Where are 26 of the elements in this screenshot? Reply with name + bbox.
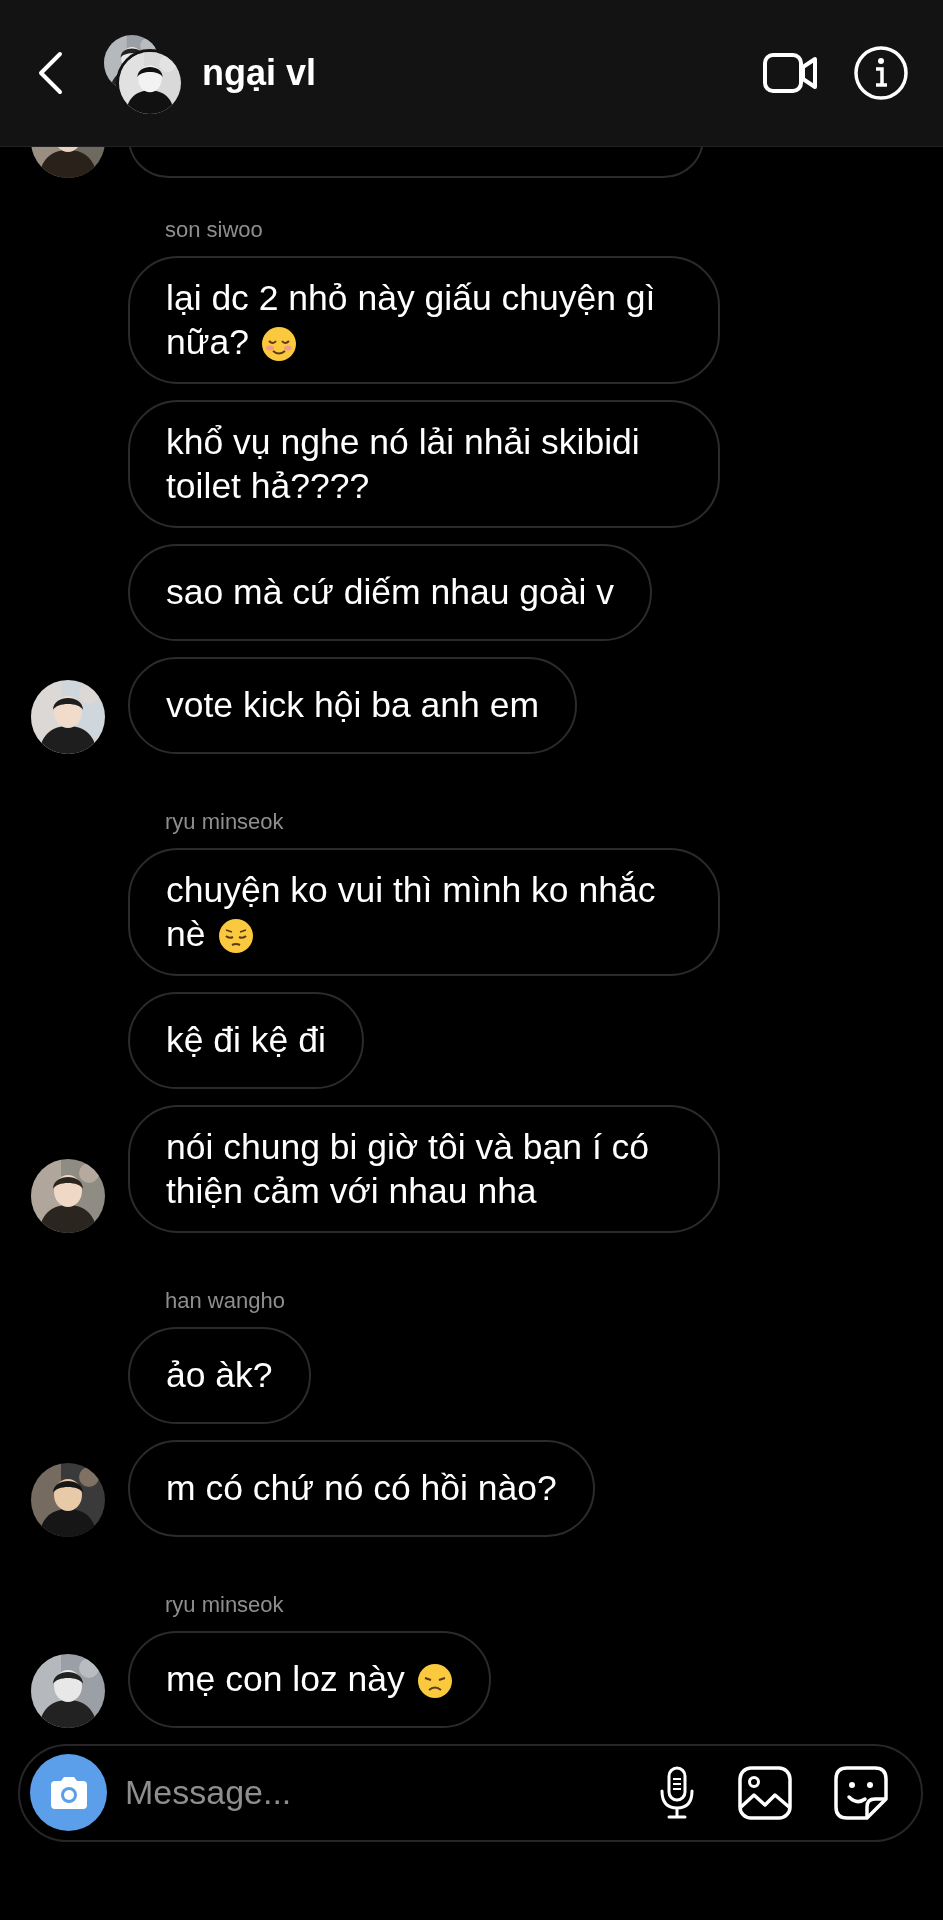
message-text: mẹ con loz này <box>166 1659 405 1700</box>
message-text: nói chung bi giờ tôi và bạn í có thiện cảm với nhau nha <box>166 1126 650 1211</box>
video-camera-icon <box>763 50 819 95</box>
info-button[interactable] <box>853 44 909 101</box>
message-text: ảo àk? <box>166 1355 273 1396</box>
message-text: chuyện ko vui thì mình ko nhắc nè <box>166 869 656 954</box>
sender-name: ryu minseok <box>165 807 285 836</box>
message-field[interactable]: Message... <box>18 1743 923 1842</box>
sender-name: han wangho <box>165 1286 286 1315</box>
message-text: khổ vụ nghe nó lải nhải skibidi toilet hả???? <box>166 421 640 506</box>
info-icon <box>853 44 909 101</box>
camera-button[interactable] <box>30 1754 107 1832</box>
sticker-button[interactable] <box>833 1764 889 1821</box>
message-input[interactable]: Message... <box>123 1766 617 1819</box>
sticker-icon <box>833 1764 889 1821</box>
message-text: sao mà cứ diếm nhau goài v <box>166 572 615 613</box>
sender-name: ryu minseok <box>165 1590 285 1619</box>
gallery-button[interactable] <box>737 1764 793 1821</box>
message-text: kệ đi kệ đi <box>166 1020 326 1061</box>
message-text: vote kick hội ba anh em <box>166 685 539 726</box>
image-icon <box>737 1764 793 1821</box>
chat-title: ngại vl <box>202 51 318 94</box>
sender-name: son siwoo <box>165 215 264 244</box>
video-call-button[interactable] <box>763 50 819 95</box>
message-text: m có chứ nó có hồi nào? <box>166 1468 557 1509</box>
message-text: lại dc 2 nhỏ này giấu chuyện gì nữa? <box>166 277 656 362</box>
